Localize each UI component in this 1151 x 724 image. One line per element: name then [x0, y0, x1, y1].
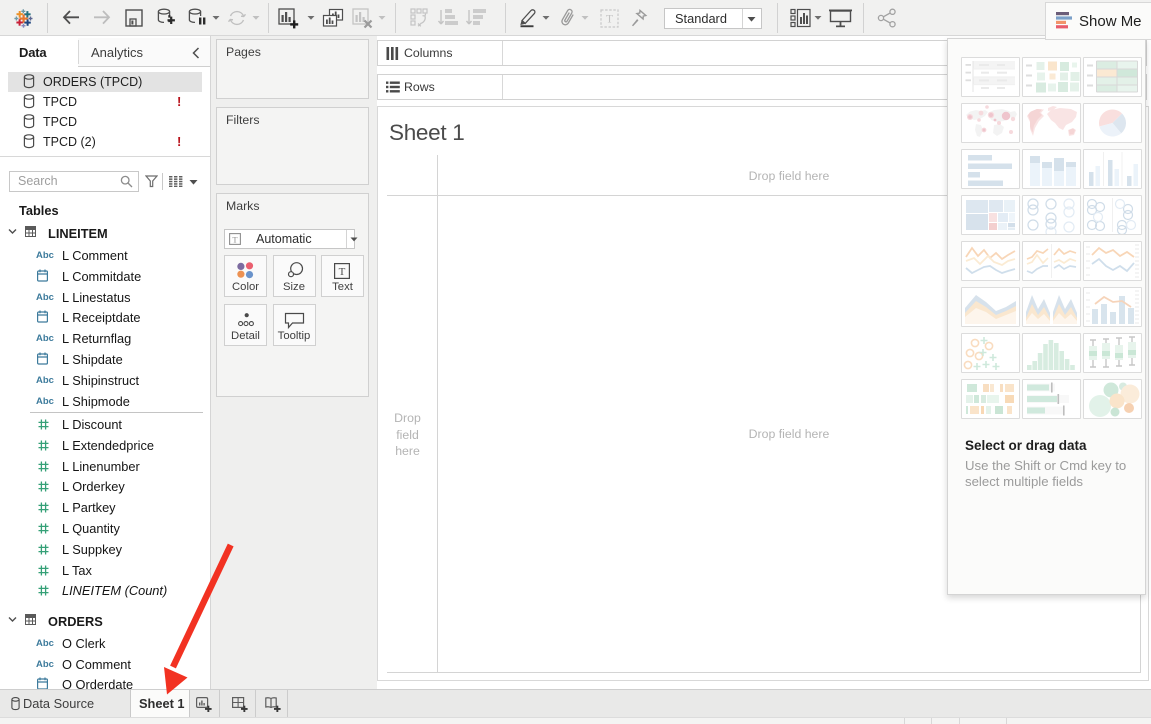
svg-text:T: T — [606, 14, 613, 26]
svg-text:T: T — [339, 266, 346, 278]
svg-text:T: T — [232, 234, 238, 244]
